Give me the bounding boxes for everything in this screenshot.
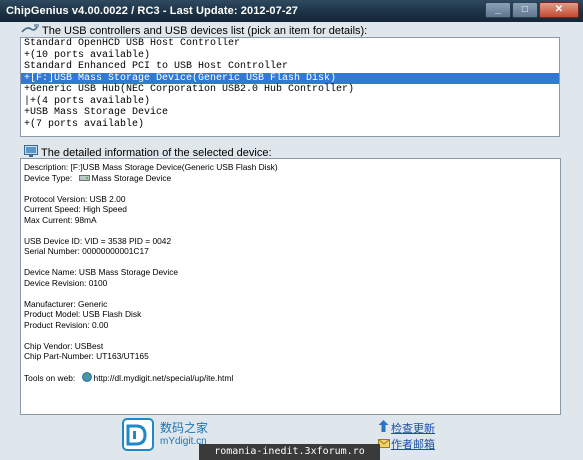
device-list[interactable]: Standard OpenHCD USB Host Controller +(1… bbox=[20, 37, 560, 137]
detail-tools-on-web: Tools on web: http://dl.mydigit.net/spec… bbox=[24, 372, 560, 383]
device-details-panel[interactable]: Description: [F:]USB Mass Storage Device… bbox=[20, 158, 561, 415]
detail-protocol-version: Protocol Version: USB 2.00 bbox=[24, 193, 126, 204]
detail-device-id: USB Device ID: VID = 3538 PID = 0042 bbox=[24, 235, 172, 246]
detail-serial-number: Serial Number: 00000000001C17 bbox=[24, 246, 149, 256]
detail-device-type: Device Type: Mass Storage Device bbox=[24, 173, 560, 184]
logo-title[interactable]: 数码之家 bbox=[160, 419, 208, 436]
list-item-selected[interactable]: +[F:]USB Mass Storage Device(Generic USB… bbox=[21, 72, 559, 84]
tools-url-link[interactable]: http://dl.mydigit.net/special/up/ite.htm… bbox=[94, 373, 234, 383]
detail-device-revision: Device Revision: 0100 bbox=[24, 277, 108, 288]
detail-chip-part-number: Chip Part-Number: UT163/UT165 bbox=[24, 351, 149, 361]
check-update-link[interactable]: 检查更新 bbox=[391, 420, 435, 436]
list-item[interactable]: |+(4 ports available) bbox=[21, 96, 559, 108]
devices-section-label: The USB controllers and USB devices list… bbox=[21, 24, 367, 37]
device-type-value: Mass Storage Device bbox=[91, 172, 172, 183]
detail-product-model: Product Model: USB Flash Disk bbox=[24, 309, 142, 319]
window-title: ChipGenius v4.00.0022 / RC3 - Last Updat… bbox=[6, 5, 299, 17]
minimize-button[interactable]: _ bbox=[485, 2, 511, 18]
details-section-label: The detailed information of the selected… bbox=[24, 145, 272, 159]
list-item[interactable]: Standard OpenHCD USB Host Controller bbox=[21, 38, 559, 50]
maximize-button[interactable]: □ bbox=[512, 2, 538, 18]
list-item[interactable]: Standard Enhanced PCI to USB Host Contro… bbox=[21, 61, 559, 73]
detail-chip-vendor: Chip Vendor: USBest bbox=[24, 340, 104, 351]
window-controls: _ □ ✕ bbox=[484, 2, 579, 19]
device-type-label: Device Type: bbox=[24, 172, 73, 183]
list-item[interactable]: +USB Mass Storage Device bbox=[21, 107, 559, 119]
list-item[interactable]: +(10 ports available) bbox=[21, 50, 559, 62]
detail-product-revision: Product Revision: 0.00 bbox=[24, 319, 109, 330]
usb-cable-icon bbox=[21, 24, 39, 38]
detail-manufacturer: Manufacturer: Generic bbox=[24, 298, 108, 309]
detail-current-speed: Current Speed: High Speed bbox=[24, 204, 127, 214]
list-item[interactable]: +(7 ports available) bbox=[21, 119, 559, 131]
chipgenius-window: ChipGenius v4.00.0022 / RC3 - Last Updat… bbox=[0, 0, 583, 460]
watermark: romania-inedit.3xforum.ro bbox=[199, 444, 380, 460]
author-mail-link[interactable]: 作者邮箱 bbox=[391, 436, 435, 452]
mydigit-logo-icon[interactable] bbox=[122, 418, 154, 451]
drive-icon bbox=[78, 174, 90, 185]
tools-label: Tools on web: bbox=[24, 373, 76, 383]
detail-description: Description: [F:]USB Mass Storage Device… bbox=[24, 162, 278, 172]
detail-max-current: Max Current: 98mA bbox=[24, 214, 97, 225]
title-bar[interactable]: ChipGenius v4.00.0022 / RC3 - Last Updat… bbox=[0, 0, 583, 22]
globe-icon bbox=[81, 372, 92, 385]
devices-section-text: The USB controllers and USB devices list… bbox=[42, 24, 368, 37]
detail-device-name: Device Name: USB Mass Storage Device bbox=[24, 267, 179, 277]
list-item[interactable]: +Generic USB Hub(NEC Corporation USB2.0 … bbox=[21, 84, 559, 96]
close-button[interactable]: ✕ bbox=[539, 2, 579, 18]
